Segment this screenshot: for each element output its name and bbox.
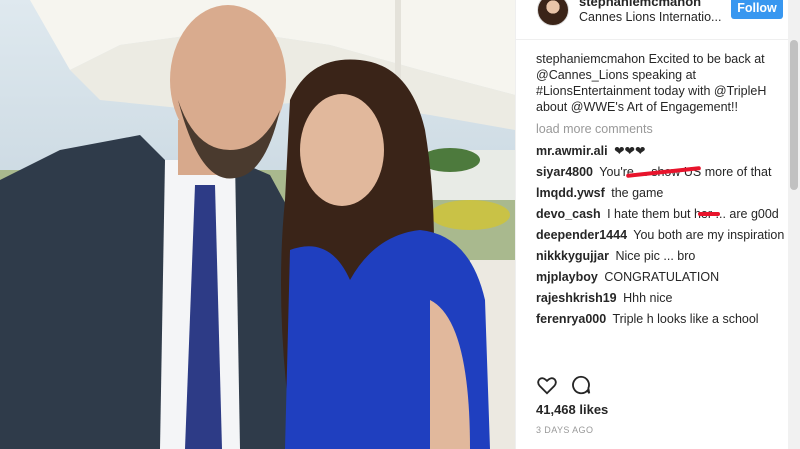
comment-text: ❤❤❤ [614,144,646,158]
scrollbar-thumb[interactable] [790,40,798,190]
post-header: stephaniemcmahon Cannes Lions Internatio… [516,0,800,40]
post-caption: stephaniemcmahon Excited to be back at @… [536,51,788,115]
header-username[interactable]: stephaniemcmahon [579,0,701,9]
plant-yellow [430,200,510,230]
comment-username[interactable]: rajeshkrish19 [536,291,617,305]
comment: deepender1444 You both are my inspiratio… [536,227,788,243]
likes-count[interactable]: 41,468 likes [536,402,608,417]
comment: rajeshkrish19 Hhh nice [536,290,788,306]
comment-username[interactable]: deepender1444 [536,228,627,242]
comment-text: Nice pic ... bro [615,249,696,263]
comment-text: You both are my inspiration [633,228,785,242]
post-detail-panel: stephaniemcmahon Cannes Lions Internatio… [515,0,800,449]
header-location[interactable]: Cannes Lions Internatio... [579,10,721,24]
comment-text: CONGRATULATION [604,270,720,284]
comment-text: the game [611,186,664,200]
comments-list: stephaniemcmahon Excited to be back at @… [536,51,788,332]
comment-text: I hate them but her ... are g00d [607,207,779,221]
comment: ferenrya000 Triple h looks like a school [536,311,788,327]
comment-text: Hhh nice [623,291,673,305]
comment: nikkkygujjar Nice pic ... bro [536,248,788,264]
heart-icon[interactable] [536,374,558,401]
comment-username[interactable]: devo_cash [536,207,601,221]
comment-text: Triple h looks like a school [612,312,759,326]
comment-username[interactable]: mjplayboy [536,270,598,284]
post-actions [536,374,788,398]
redaction-mark [698,212,720,216]
post-photo[interactable] [0,0,515,449]
post-timestamp: 3 DAYS AGO [536,425,594,435]
comment-username[interactable]: nikkkygujjar [536,249,609,263]
woman-face [300,94,384,206]
comment-username[interactable]: mr.awmir.ali [536,144,608,158]
photo-illustration [0,0,515,449]
comment: mr.awmir.ali ❤❤❤ [536,143,788,159]
follow-button[interactable]: Follow [731,0,783,19]
comment-username[interactable]: siyar4800 [536,165,593,179]
comment-icon[interactable] [570,374,592,401]
comment: devo_cash I hate them but her ... are g0… [536,206,788,222]
comment: siyar4800 You're ... show US more of tha… [536,164,788,180]
comment: lmqdd.ywsf the game [536,185,788,201]
scrollbar[interactable] [788,0,800,449]
comment-username[interactable]: ferenrya000 [536,312,606,326]
comment: mjplayboy CONGRATULATION [536,269,788,285]
caption-username[interactable]: stephaniemcmahon [536,52,645,66]
avatar[interactable] [537,0,569,26]
man-suit [0,135,300,449]
comment-username[interactable]: lmqdd.ywsf [536,186,605,200]
load-more-comments-link[interactable]: load more comments [536,121,788,137]
